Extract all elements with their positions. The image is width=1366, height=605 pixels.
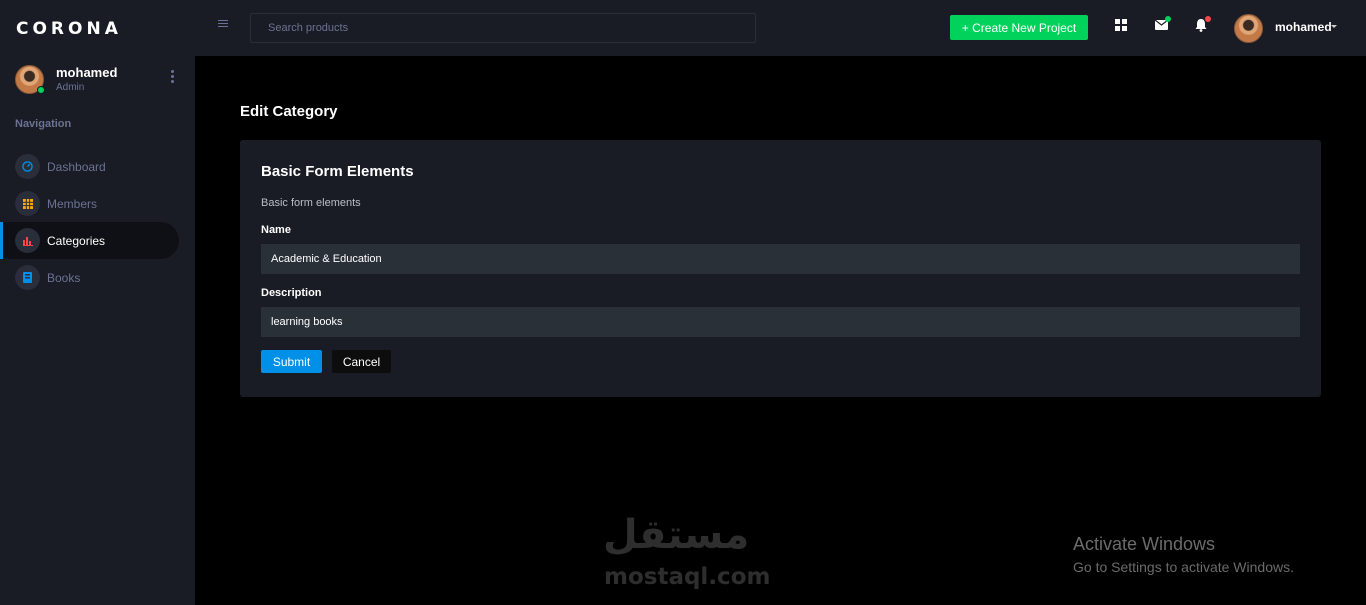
card-description: Basic form elements — [261, 197, 361, 209]
speedometer-icon — [15, 154, 40, 179]
notification-badge-icon — [1205, 16, 1211, 22]
nav-heading: Navigation — [15, 118, 72, 130]
top-navbar: + Create New Project mohamed — [195, 0, 1366, 56]
sidebar-item-label: Dashboard — [47, 159, 106, 174]
create-project-button[interactable]: + Create New Project — [950, 15, 1088, 40]
user-menu-name[interactable]: mohamed — [1275, 20, 1332, 34]
windows-activation-title: Activate Windows — [1073, 534, 1216, 554]
page-title: Edit Category — [240, 103, 338, 120]
cancel-button[interactable]: Cancel — [332, 350, 391, 373]
brand-logo[interactable]: CORONA — [16, 19, 122, 39]
sidebar-item-label: Categories — [47, 233, 106, 248]
chevron-down-icon[interactable] — [1331, 25, 1337, 28]
submit-button[interactable]: Submit — [261, 350, 322, 373]
apps-icon[interactable] — [1114, 19, 1128, 33]
sidebar-item-label: Members — [47, 196, 98, 211]
watermark-arabic-text: مستقل — [603, 512, 750, 558]
profile-name: mohamed — [56, 65, 118, 80]
description-field[interactable] — [261, 307, 1300, 337]
bar-chart-icon — [15, 228, 40, 253]
sidebar-item-categories[interactable]: Categories — [0, 222, 179, 259]
profile-role: Admin — [56, 82, 85, 93]
menu-toggle-icon[interactable] — [218, 20, 228, 30]
search-input[interactable] — [250, 13, 756, 43]
windows-activation-subtitle: Go to Settings to activate Windows. — [1073, 559, 1294, 575]
sidebar-item-label: Books — [47, 270, 81, 285]
sidebar-item-members[interactable]: Members — [0, 185, 195, 222]
watermark-logo: مستقل — [603, 512, 749, 558]
watermark-url: mostaql.com — [604, 564, 771, 590]
mail-icon[interactable] — [1154, 16, 1171, 33]
avatar[interactable] — [1234, 14, 1263, 43]
sidebar-profile: mohamed Admin — [15, 64, 185, 96]
grid-icon — [15, 191, 40, 216]
sidebar-item-dashboard[interactable]: Dashboard — [0, 148, 195, 185]
mail-badge-icon — [1165, 16, 1171, 22]
name-field[interactable] — [261, 244, 1300, 274]
avatar — [15, 65, 45, 94]
name-label: Name — [261, 224, 291, 236]
kebab-menu-icon[interactable] — [168, 70, 176, 84]
sidebar: CORONA mohamed Admin Navigation Dashboar… — [0, 0, 195, 605]
description-label: Description — [261, 287, 322, 299]
card-title: Basic Form Elements — [261, 163, 414, 180]
book-icon — [15, 265, 40, 290]
online-status-icon — [37, 86, 45, 94]
bell-icon[interactable] — [1194, 16, 1211, 33]
edit-category-card: Basic Form Elements Basic form elements … — [240, 140, 1321, 397]
sidebar-nav: Dashboard Members Categories Books — [0, 148, 195, 296]
sidebar-item-books[interactable]: Books — [0, 259, 195, 296]
